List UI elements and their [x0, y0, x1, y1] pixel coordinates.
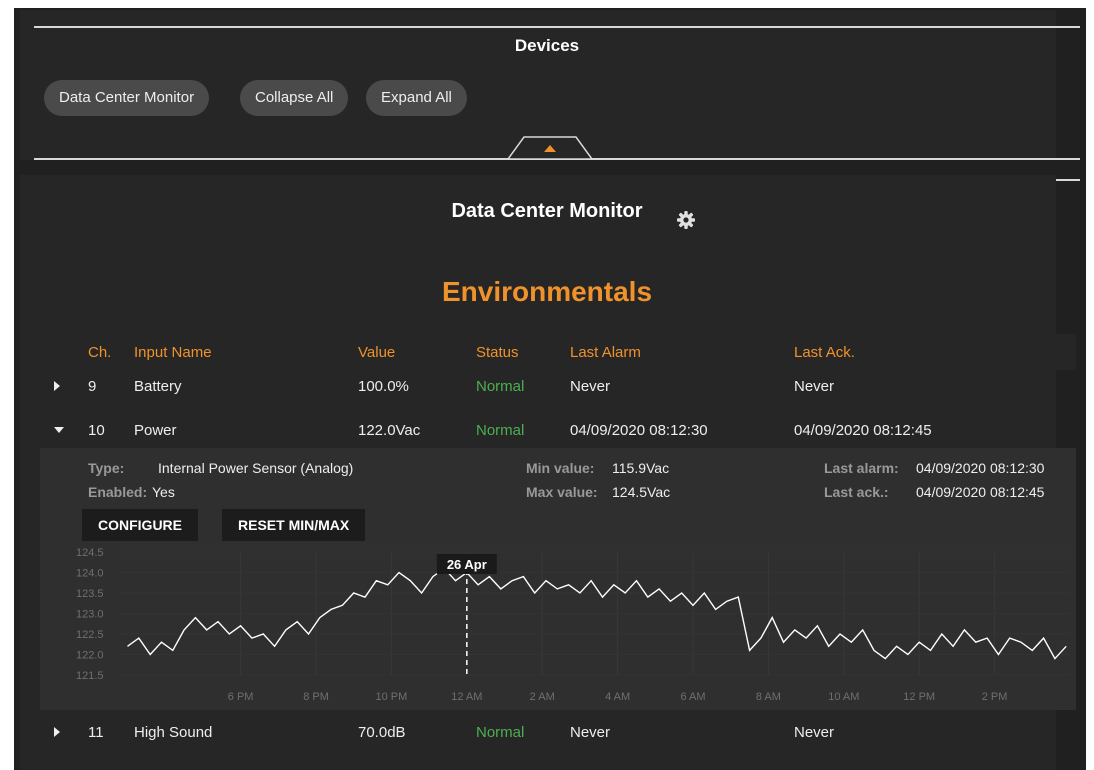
table-header: Ch. Input Name Value Status Last Alarm L… — [40, 334, 1076, 370]
type-value: Internal Power Sensor (Analog) — [158, 460, 354, 476]
row-last-ack: Never — [794, 378, 835, 395]
last-alarm-value: 04/09/2020 08:12:30 — [916, 460, 1045, 476]
col-last-ack: Last Ack. — [794, 344, 855, 361]
row-value: 100.0% — [358, 378, 409, 395]
type-label: Type: — [88, 460, 125, 476]
x-tick-label: 2 AM — [530, 691, 555, 703]
data-center-monitor-button[interactable]: Data Center Monitor — [44, 80, 210, 116]
x-tick-label: 6 AM — [680, 691, 705, 703]
y-tick-label: 122.5 — [76, 629, 104, 641]
row-ch: 9 — [88, 378, 97, 395]
gear-icon[interactable] — [676, 210, 696, 230]
collapse-panel-toggle[interactable] — [490, 128, 610, 162]
x-tick-label: 10 PM — [376, 691, 408, 703]
x-tick-label: 12 PM — [903, 691, 935, 703]
row-status: Normal — [476, 378, 525, 395]
col-ch: Ch. — [88, 344, 112, 361]
row-last-alarm: 04/09/2020 08:12:30 — [570, 422, 708, 439]
y-tick-label: 124.0 — [76, 568, 104, 580]
x-tick-label: 6 PM — [228, 691, 254, 703]
col-status: Status — [476, 344, 519, 361]
max-value-label: Max value: — [526, 484, 598, 500]
min-value-label: Min value: — [526, 460, 595, 476]
row-last-ack: 04/09/2020 08:12:45 — [794, 422, 932, 439]
row-last-ack: Never — [794, 724, 835, 741]
table-row-expanded[interactable]: 10 Power 122.0Vac Normal 04/09/2020 08:1… — [40, 412, 1076, 448]
max-value: 124.5Vac — [612, 484, 671, 500]
last-ack-value: 04/09/2020 08:12:45 — [916, 484, 1045, 500]
expand-row-icon[interactable] — [54, 727, 60, 737]
collapse-all-button[interactable]: Collapse All — [240, 80, 349, 116]
y-tick-label: 123.5 — [76, 588, 104, 600]
y-tick-label: 122.0 — [76, 650, 104, 662]
col-value: Value — [358, 344, 396, 361]
devices-title: Devices — [514, 36, 580, 55]
row-last-alarm: Never — [570, 378, 611, 395]
row-name: Battery — [134, 378, 182, 395]
row-name: Power — [134, 422, 177, 439]
x-tick-label: 2 PM — [982, 691, 1008, 703]
cursor-tooltip-label: 26 Apr — [447, 557, 487, 572]
row-ch: 11 — [88, 724, 104, 741]
configure-button[interactable]: CONFIGURE — [82, 509, 198, 541]
collapse-row-icon[interactable] — [54, 427, 64, 433]
row-status: Normal — [476, 422, 525, 439]
min-value: 115.9Vac — [612, 460, 670, 476]
section-title: Environmentals — [441, 276, 653, 307]
y-tick-label: 124.5 — [76, 547, 104, 559]
y-tick-label: 123.0 — [76, 609, 104, 621]
monitor-title: Data Center Monitor — [451, 200, 643, 222]
x-tick-label: 8 PM — [303, 691, 329, 703]
y-tick-label: 121.5 — [76, 670, 104, 682]
enabled-label: Enabled: — [88, 484, 148, 500]
row-value: 122.0Vac — [358, 422, 421, 439]
row-name: High Sound — [134, 724, 213, 741]
reset-min-max-button[interactable]: RESET MIN/MAX — [222, 509, 366, 541]
col-last-alarm: Last Alarm — [570, 344, 641, 361]
expand-all-button[interactable]: Expand All — [366, 80, 467, 116]
row-value: 70.0dB — [358, 724, 406, 741]
row-last-alarm: Never — [570, 724, 611, 741]
last-alarm-label: Last alarm: — [824, 460, 899, 476]
x-tick-label: 4 AM — [605, 691, 630, 703]
row-ch: 10 — [88, 422, 105, 439]
divider — [34, 26, 1080, 28]
col-input-name: Input Name — [134, 344, 212, 361]
last-ack-label: Last ack.: — [824, 484, 889, 500]
expand-row-icon[interactable] — [54, 381, 60, 391]
x-tick-label: 12 AM — [451, 691, 482, 703]
x-tick-label: 10 AM — [828, 691, 859, 703]
enabled-value: Yes — [152, 484, 175, 500]
power-history-chart[interactable]: 6 PM 8 PM 10 PM 12 AM 2 AM 4 AM 6 AM 8 AM 10 AM 1… — [40, 540, 1076, 710]
table-row[interactable]: 9 Battery 100.0% Normal Never Never — [40, 368, 1076, 404]
row-status: Normal — [476, 724, 525, 741]
table-row[interactable]: 11 High Sound 70.0dB Normal Never Never — [40, 714, 1076, 750]
x-tick-label: 8 AM — [756, 691, 781, 703]
